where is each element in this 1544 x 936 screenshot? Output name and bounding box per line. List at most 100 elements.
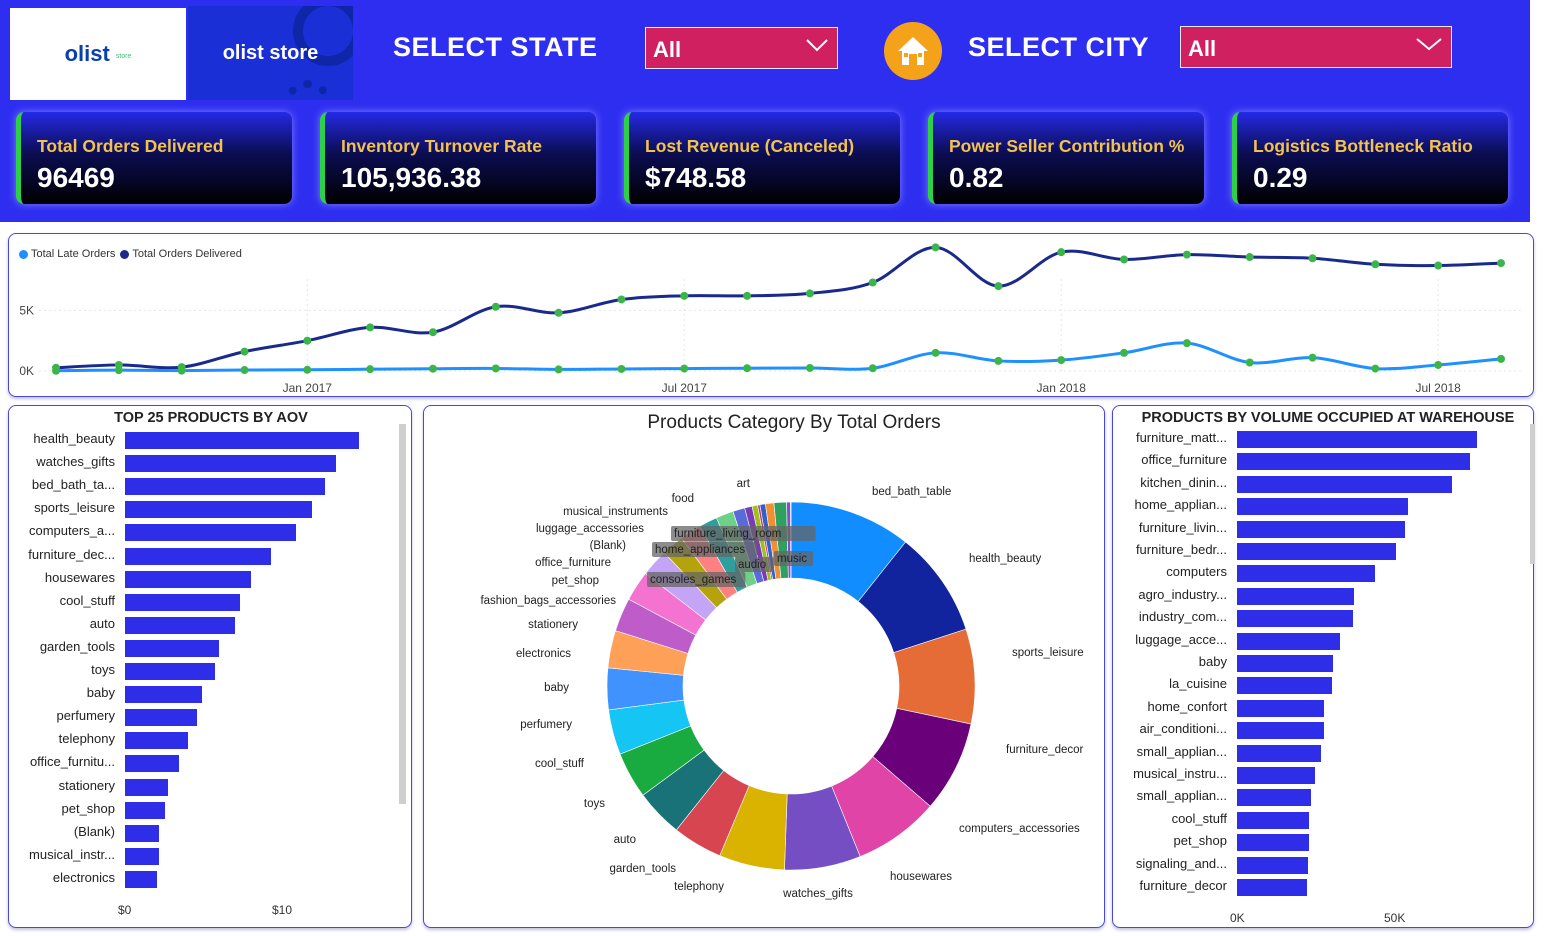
data-point[interactable] [743, 291, 752, 300]
bar[interactable] [125, 801, 165, 819]
data-point[interactable] [1497, 259, 1505, 268]
aov-bar-panel: TOP 25 PRODUCTS BY AOV health_beauty watc… [8, 405, 412, 928]
data-point[interactable] [1182, 339, 1191, 348]
category-label: kitchen_dinin... [1140, 474, 1227, 490]
bar[interactable] [125, 732, 188, 750]
data-point[interactable] [366, 323, 375, 332]
bar[interactable] [125, 778, 169, 796]
data-point[interactable] [554, 308, 563, 317]
data-point[interactable] [1057, 356, 1066, 365]
bar[interactable] [1237, 767, 1315, 784]
bar[interactable] [1237, 498, 1409, 516]
logo-decoration [283, 80, 333, 100]
data-point[interactable] [805, 289, 814, 298]
bar[interactable] [1237, 834, 1309, 852]
data-point[interactable] [1434, 261, 1443, 270]
data-point[interactable] [114, 366, 123, 375]
data-point[interactable] [617, 295, 626, 304]
category-label: la_cuisine [1169, 676, 1227, 692]
city-dropdown[interactable]: All [1180, 26, 1452, 68]
data-point[interactable] [994, 282, 1003, 291]
data-point[interactable] [931, 243, 940, 252]
bar[interactable] [1237, 587, 1354, 605]
data-point[interactable] [1120, 348, 1129, 357]
bar[interactable] [125, 616, 235, 634]
bar[interactable] [1237, 655, 1334, 672]
data-point[interactable] [240, 347, 249, 356]
scrollbar[interactable] [1530, 424, 1535, 564]
bar[interactable] [1237, 453, 1471, 471]
bar[interactable] [1237, 811, 1310, 829]
data-point[interactable] [366, 365, 375, 374]
bar[interactable] [125, 870, 158, 888]
bar[interactable] [1237, 475, 1452, 493]
data-point[interactable] [617, 364, 626, 373]
data-point[interactable] [1371, 260, 1380, 269]
slice-label: art [737, 478, 751, 490]
bar[interactable] [125, 570, 251, 588]
data-point[interactable] [1371, 364, 1380, 373]
data-point[interactable] [428, 364, 437, 373]
bar[interactable] [1237, 722, 1325, 740]
data-point[interactable] [1497, 354, 1505, 363]
bar[interactable] [125, 686, 203, 704]
bar[interactable] [1237, 677, 1332, 695]
data-point[interactable] [177, 366, 186, 375]
bar[interactable] [1237, 431, 1477, 448]
data-point[interactable] [303, 336, 312, 345]
data-point[interactable] [1308, 353, 1317, 362]
bar[interactable] [125, 639, 219, 657]
data-point[interactable] [491, 302, 500, 311]
bar[interactable] [1237, 744, 1321, 762]
data-point[interactable] [1120, 255, 1129, 264]
state-dropdown[interactable]: All [645, 27, 838, 69]
category-label: baby [1198, 654, 1227, 669]
data-point[interactable] [1182, 250, 1191, 259]
data-point[interactable] [868, 278, 877, 287]
data-point[interactable] [743, 364, 752, 373]
bar[interactable] [125, 501, 313, 519]
bar[interactable] [125, 593, 241, 611]
bar[interactable] [125, 478, 325, 496]
bar[interactable] [1237, 543, 1396, 560]
bar[interactable] [1237, 879, 1307, 896]
data-point[interactable] [680, 291, 689, 300]
data-point[interactable] [1245, 358, 1254, 367]
data-point[interactable] [868, 364, 877, 373]
data-point[interactable] [428, 328, 437, 337]
category-label: home_confort [1147, 698, 1228, 714]
data-point[interactable] [303, 365, 312, 374]
bar[interactable] [125, 455, 336, 473]
data-point[interactable] [52, 366, 60, 375]
bar[interactable] [1237, 632, 1340, 650]
bar[interactable] [125, 547, 271, 565]
bar[interactable] [125, 709, 197, 727]
data-point[interactable] [1245, 253, 1254, 262]
data-point[interactable] [240, 366, 249, 375]
data-point[interactable] [994, 356, 1003, 365]
home-button[interactable] [884, 22, 942, 80]
data-point[interactable] [805, 363, 814, 372]
data-point[interactable] [680, 364, 689, 373]
bar[interactable] [1237, 565, 1376, 583]
data-point[interactable] [931, 348, 940, 357]
category-label: toys [91, 662, 115, 677]
bar[interactable] [1237, 610, 1353, 628]
data-point[interactable] [1057, 248, 1066, 257]
bar[interactable] [1237, 699, 1325, 717]
bar[interactable] [125, 524, 296, 542]
bar[interactable] [125, 824, 160, 842]
scrollbar[interactable] [399, 424, 406, 804]
data-point[interactable] [491, 364, 500, 373]
bar[interactable] [125, 663, 215, 680]
bar[interactable] [125, 755, 179, 773]
data-point[interactable] [1308, 254, 1317, 263]
bar[interactable] [1237, 789, 1311, 807]
bar[interactable] [1237, 520, 1405, 538]
bar[interactable] [1237, 856, 1308, 874]
data-point[interactable] [1434, 360, 1443, 369]
bar[interactable] [125, 432, 359, 449]
data-point[interactable] [554, 365, 563, 374]
bar[interactable] [125, 847, 160, 865]
category-label: luggage_acce... [1135, 631, 1227, 647]
